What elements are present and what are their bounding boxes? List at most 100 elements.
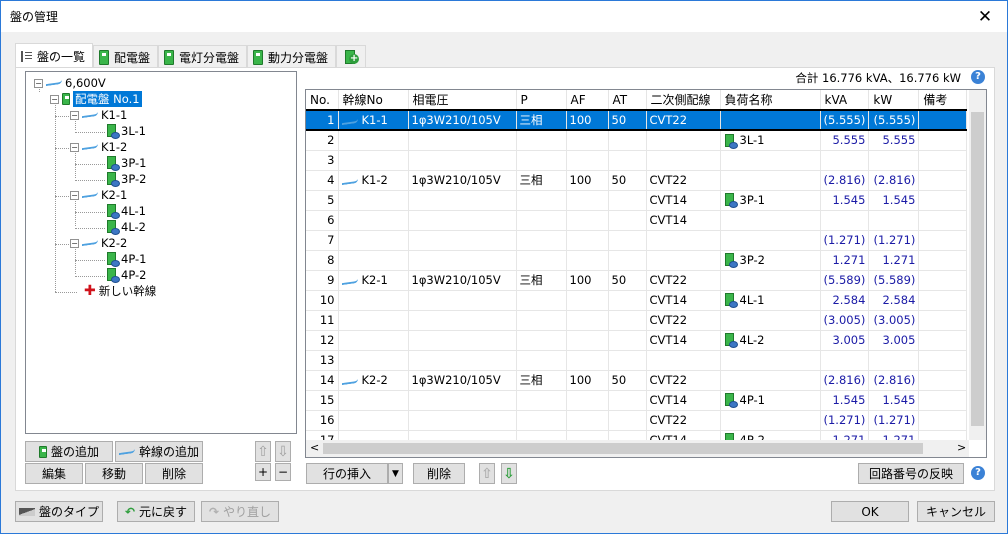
scroll-left-icon[interactable]: < xyxy=(310,441,319,454)
cell-p[interactable] xyxy=(516,190,567,211)
cell-trunk[interactable] xyxy=(338,390,409,411)
cell-trunk[interactable]: K2-1 xyxy=(338,270,409,291)
table-row[interactable]: 16 CVT22 (1.271) (1.271) xyxy=(306,410,968,431)
header-note[interactable]: 備考 xyxy=(918,90,968,111)
cell-at[interactable]: 50 xyxy=(608,170,647,191)
cell-voltage[interactable] xyxy=(408,390,517,411)
tree-node-load[interactable]: 4L-1 xyxy=(106,203,146,219)
tab-distribution-board[interactable]: 配電盤 xyxy=(93,45,159,68)
cell-kw[interactable] xyxy=(868,350,920,371)
cell-wire[interactable]: CVT22 xyxy=(646,310,721,331)
cell-kva[interactable]: (1.271) xyxy=(820,230,870,251)
cell-trunk[interactable] xyxy=(338,190,409,211)
collapse-icon[interactable]: − xyxy=(70,110,79,120)
cell-kw[interactable] xyxy=(868,150,920,171)
move-down-button[interactable]: ⇩ xyxy=(275,441,291,462)
tree-node-load[interactable]: 3P-2 xyxy=(106,171,146,187)
header-kw[interactable]: kW xyxy=(868,90,920,111)
cell-at[interactable]: 50 xyxy=(608,109,647,131)
cell-kw[interactable]: (1.271) xyxy=(868,410,920,431)
cell-wire[interactable] xyxy=(646,130,721,151)
scroll-right-icon[interactable]: > xyxy=(957,441,966,454)
cell-kw[interactable]: 2.584 xyxy=(868,290,920,311)
cell-no[interactable]: 3 xyxy=(306,150,339,171)
tree-node-load[interactable]: 4P-2 xyxy=(106,267,146,283)
cell-kva[interactable] xyxy=(820,210,870,231)
cell-note[interactable] xyxy=(918,310,968,331)
cell-note[interactable] xyxy=(918,390,968,411)
cell-load[interactable]: 3L-1 xyxy=(720,130,821,151)
cell-note[interactable] xyxy=(918,150,968,171)
cell-wire[interactable]: CVT14 xyxy=(646,330,721,351)
scroll-thumb[interactable] xyxy=(971,112,984,426)
cell-p[interactable] xyxy=(516,310,567,331)
cell-voltage[interactable] xyxy=(408,310,517,331)
tree-node-board[interactable]: − 配電盤 No.1 xyxy=(50,91,142,107)
cell-no[interactable]: 10 xyxy=(306,290,339,311)
cell-wire[interactable] xyxy=(646,350,721,371)
cell-load[interactable] xyxy=(720,230,821,251)
cell-trunk[interactable] xyxy=(338,130,409,151)
tree-node-trunk[interactable]: − K1-2 xyxy=(70,139,127,155)
cell-at[interactable] xyxy=(608,310,647,331)
table-row[interactable]: 8 3P-2 1.271 1.271 xyxy=(306,250,968,271)
cell-no[interactable]: 15 xyxy=(306,390,339,411)
cell-trunk[interactable] xyxy=(338,290,409,311)
cell-load[interactable] xyxy=(720,310,821,331)
close-icon[interactable]: ✕ xyxy=(963,1,1007,32)
table-row[interactable]: 6 CVT14 xyxy=(306,210,968,231)
cell-load[interactable]: 3P-2 xyxy=(720,250,821,271)
cell-at[interactable] xyxy=(608,230,647,251)
tree-node-load[interactable]: 3P-1 xyxy=(106,155,146,171)
table-row[interactable]: 14 K2-2 1φ3W210/105V 三相 100 50 CVT22 (2.816) (2.… xyxy=(306,370,968,391)
cell-af[interactable] xyxy=(566,190,609,211)
cell-no[interactable]: 14 xyxy=(306,370,339,391)
table-row[interactable]: 4 K1-2 1φ3W210/105V 三相 100 50 CVT22 (2.816) (2.8… xyxy=(306,170,968,191)
board-tree[interactable]: − 6,600V − 配電盤 No.1 − K1-1 3L-1 − K1-2 3… xyxy=(25,71,297,434)
header-no[interactable]: No. xyxy=(306,90,339,111)
vertical-scrollbar[interactable] xyxy=(969,90,986,440)
cell-wire[interactable]: CVT22 xyxy=(646,410,721,431)
cell-load[interactable] xyxy=(720,170,821,191)
cell-p[interactable] xyxy=(516,130,567,151)
cell-load[interactable]: 4P-1 xyxy=(720,390,821,411)
cell-at[interactable] xyxy=(608,150,647,171)
cancel-button[interactable]: キャンセル xyxy=(917,501,995,522)
table-row[interactable]: 15 CVT14 4P-1 1.545 1.545 xyxy=(306,390,968,411)
cell-trunk[interactable] xyxy=(338,230,409,251)
cell-trunk[interactable] xyxy=(338,210,409,231)
cell-wire[interactable] xyxy=(646,250,721,271)
cell-note[interactable] xyxy=(918,290,968,311)
cell-voltage[interactable] xyxy=(408,210,517,231)
cell-voltage[interactable] xyxy=(408,290,517,311)
table-row[interactable]: 13 xyxy=(306,350,968,371)
cell-load[interactable] xyxy=(720,410,821,431)
cell-kva[interactable] xyxy=(820,150,870,171)
cell-voltage[interactable]: 1φ3W210/105V xyxy=(408,370,517,391)
cell-at[interactable] xyxy=(608,250,647,271)
cell-no[interactable]: 8 xyxy=(306,250,339,271)
header-p[interactable]: P xyxy=(516,90,567,111)
tree-node-load[interactable]: 3L-1 xyxy=(106,123,146,139)
cell-af[interactable]: 100 xyxy=(566,109,609,131)
cell-note[interactable] xyxy=(918,270,968,291)
board-type-button[interactable]: 盤のタイプ xyxy=(15,501,103,522)
help-icon[interactable]: ? xyxy=(971,466,985,480)
collapse-icon[interactable]: − xyxy=(50,94,59,104)
cell-wire[interactable]: CVT14 xyxy=(646,210,721,231)
collapse-icon[interactable]: − xyxy=(70,238,79,248)
cell-trunk[interactable]: K1-2 xyxy=(338,170,409,191)
cell-voltage[interactable]: 1φ3W210/105V xyxy=(408,109,517,131)
cell-voltage[interactable] xyxy=(408,350,517,371)
cell-note[interactable] xyxy=(918,330,968,351)
header-kva[interactable]: kVA xyxy=(820,90,870,111)
cell-wire[interactable]: CVT22 xyxy=(646,270,721,291)
cell-note[interactable] xyxy=(918,170,968,191)
circuit-table[interactable]: No. 幹線No 相電圧 P AF AT 二次側配線 負荷名称 kVA kW 備… xyxy=(305,89,987,458)
cell-trunk[interactable] xyxy=(338,350,409,371)
cell-af[interactable] xyxy=(566,130,609,151)
tree-node-new-trunk[interactable]: ✚ 新しい幹線 xyxy=(84,283,156,299)
cell-load[interactable]: 4L-1 xyxy=(720,290,821,311)
expand-all-button[interactable]: + xyxy=(255,463,271,481)
cell-at[interactable] xyxy=(608,410,647,431)
